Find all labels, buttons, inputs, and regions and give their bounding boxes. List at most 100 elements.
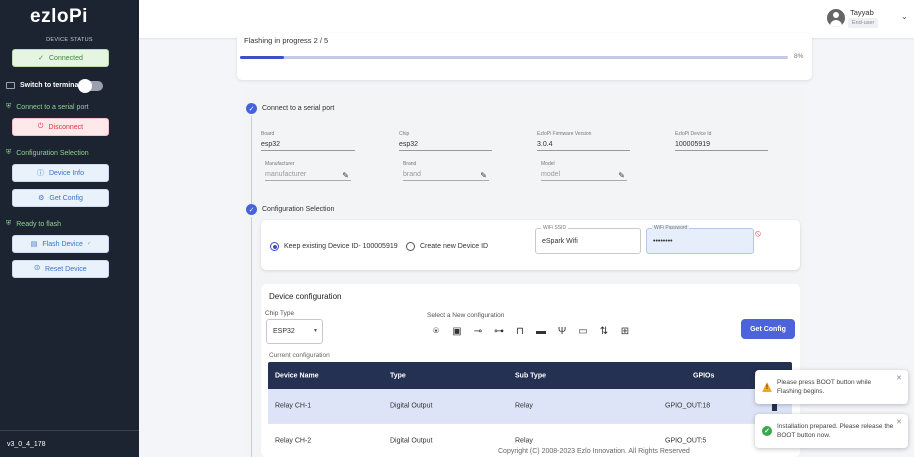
table-header: Device Name Type Sub Type GPIOs — [268, 362, 792, 389]
pencil-icon[interactable]: ✎ — [618, 171, 625, 180]
check-circle-icon: ✓ — [38, 55, 44, 62]
relay-icon[interactable]: ▣ — [451, 324, 463, 338]
eye-off-icon[interactable]: ⦸ — [755, 228, 761, 239]
wifi-password-label: WiFi Password — [652, 225, 690, 231]
reset-icon: ⏼ — [34, 265, 40, 272]
app-version: v3_0_4_178 — [0, 430, 139, 448]
board-label: Board — [261, 131, 275, 137]
sidebar: ezloPi DEVICE STATUS ✓ Connected Switch … — [0, 0, 139, 457]
device-status-heading: DEVICE STATUS — [46, 37, 93, 43]
disconnect-label: Disconnect — [48, 123, 84, 131]
row-type: Digital Output — [390, 402, 433, 410]
flash-progress-card: Flashing in progress 2 / 5 8% — [237, 33, 812, 80]
reset-device-button[interactable]: ⏼ Reset Device — [12, 260, 109, 278]
sensor-icon[interactable]: ⊸ — [472, 324, 484, 338]
radio-unselected-icon — [406, 242, 415, 251]
brand-value: brand — [403, 171, 489, 181]
device-id-value: 100005919 — [675, 141, 768, 151]
chip-type-select[interactable]: ESP32 ▾ — [266, 319, 323, 344]
user-role-badge: End-user — [848, 18, 879, 28]
pencil-icon[interactable]: ✎ — [480, 171, 487, 180]
chevron-down-icon[interactable]: ⌄ — [901, 12, 908, 21]
warning-toast: ! Please press BOOT button while Flashin… — [755, 370, 908, 404]
transfer-icon[interactable]: ⇅ — [598, 324, 610, 338]
step-config-selection: ✓ Configuration Selection — [246, 204, 334, 215]
toast-message: Please press BOOT button while Flashing … — [777, 379, 872, 396]
brand-field[interactable]: Brand brand ✎ — [403, 161, 489, 181]
device-type-icons: ⍟ ▣ ⊸ ⊶ ⊓ ▬ Ψ ▭ ⇅ ⊞ — [430, 324, 631, 338]
switch-icon[interactable]: ⊶ — [493, 324, 505, 338]
pencil-icon[interactable]: ✎ — [342, 171, 349, 180]
shield-check-icon: ⛨ — [6, 220, 12, 227]
warning-icon: ! — [762, 382, 772, 392]
keep-device-id-label: Keep existing Device ID- 100005919 — [284, 243, 398, 250]
keep-device-id-radio[interactable]: Keep existing Device ID- 100005919 — [270, 242, 398, 251]
sidebar-get-config-button[interactable]: ⚙ Get Config — [12, 189, 109, 207]
current-config-label: Current configuration — [269, 352, 330, 359]
module-icon[interactable]: ▭ — [577, 324, 589, 338]
connected-label: Connected — [49, 54, 83, 62]
spinner-icon: ◜ — [87, 241, 91, 248]
check-icon: ✓ — [246, 204, 257, 215]
wifi-password-input[interactable]: WiFi Password •••••••• — [646, 225, 754, 254]
firmware-version-field: EzloPi Firmware Version 3.0.4 — [537, 131, 630, 151]
step-connector — [251, 116, 252, 204]
user-avatar[interactable] — [827, 9, 845, 27]
get-config-button[interactable]: Get Config — [741, 319, 795, 339]
disconnect-button[interactable]: ⏻ Disconnect — [12, 118, 109, 136]
serial-section-label: Connect to a serial port — [16, 103, 89, 111]
terminal-label: Switch to terminal — [20, 82, 81, 89]
step-serial-port: ✓ Connect to a serial port — [246, 103, 334, 114]
chip-icon[interactable]: ⊞ — [619, 324, 631, 338]
toast-message: Installation prepared. Please release th… — [777, 423, 894, 440]
info-icon: ⓘ — [36, 170, 44, 177]
dropdown-arrow-icon: ▾ — [313, 328, 317, 334]
antenna-icon[interactable]: Ψ — [556, 324, 568, 338]
shield-check-icon: ⛨ — [6, 103, 12, 110]
board-field: Board esp32 — [261, 131, 355, 151]
row-sub-type: Relay — [515, 402, 533, 410]
manufacturer-field[interactable]: Manufacturer manufacturer ✎ — [265, 161, 351, 181]
create-device-id-radio[interactable]: Create new Device ID — [406, 242, 488, 251]
firmware-version-value: 3.0.4 — [537, 141, 630, 151]
radio-selected-icon — [270, 242, 279, 251]
model-field[interactable]: Model model ✎ — [541, 161, 627, 181]
chip-value: esp32 — [399, 141, 492, 151]
device-id-label: EzloPi Device Id — [675, 131, 712, 137]
manufacturer-label: Manufacturer — [265, 161, 295, 167]
config-table: Device Name Type Sub Type GPIOs Relay CH… — [268, 362, 792, 457]
column-device-name: Device Name — [275, 372, 319, 379]
close-icon[interactable]: ✕ — [896, 418, 902, 426]
progress-fill — [240, 56, 284, 59]
copyright-footer: Copyright (C) 2008-2023 Ezlo Innovation.… — [498, 448, 690, 455]
wifi-password-value: •••••••• — [653, 238, 673, 245]
power-icon: ⏻ — [37, 123, 44, 130]
close-icon[interactable]: ✕ — [896, 374, 902, 382]
user-name: Tayyab — [850, 8, 874, 17]
led-icon[interactable]: ⍟ — [430, 324, 442, 338]
display-icon[interactable]: ▬ — [535, 324, 547, 338]
terminal-toggle[interactable] — [78, 79, 103, 93]
table-row[interactable]: Relay CH-1 Digital Output Relay GPIO_OUT… — [268, 389, 792, 424]
terminal-icon — [6, 82, 15, 89]
wifi-ssid-input[interactable]: WiFi SSID eSpark Wifi — [535, 225, 641, 254]
progress-percent: 8% — [794, 53, 804, 60]
step-config-label: Configuration Selection — [262, 206, 335, 213]
column-gpios: GPIOs — [693, 372, 715, 379]
check-circle-icon: ✓ — [762, 426, 772, 436]
row-type: Digital Output — [390, 437, 433, 445]
config-section-heading: ⛨ Configuration Selection — [6, 149, 89, 157]
chip-type-value: ESP32 — [273, 328, 295, 335]
config-section-label: Configuration Selection — [16, 149, 89, 157]
connected-status-button[interactable]: ✓ Connected — [12, 49, 109, 67]
chip-type-label: Chip Type — [265, 310, 295, 317]
device-info-button[interactable]: ⓘ Device Info — [12, 164, 109, 182]
chip-label: Chip — [399, 131, 410, 137]
get-config-label: Get Config — [49, 194, 83, 202]
wifi-ssid-value: eSpark Wifi — [542, 238, 578, 245]
flash-device-button[interactable]: ▤ Flash Device ◜ — [12, 235, 109, 253]
gpio-icon[interactable]: ⊓ — [514, 324, 526, 338]
wifi-ssid-label: WiFi SSID — [541, 225, 569, 231]
flash-device-label: Flash Device — [42, 240, 83, 248]
terminal-switch-row: Switch to terminal — [6, 82, 80, 89]
